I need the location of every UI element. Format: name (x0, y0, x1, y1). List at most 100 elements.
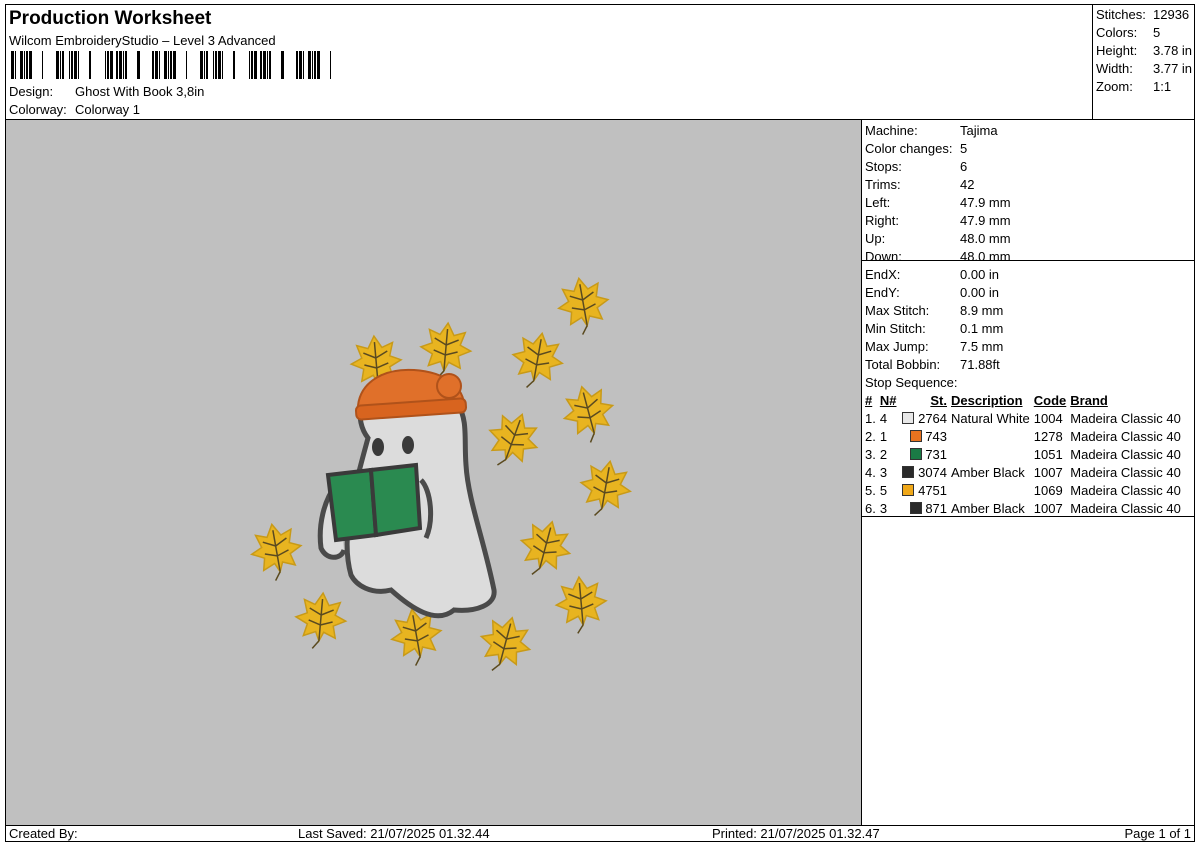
book (325, 462, 423, 543)
machine-info-value: 7.5 mm (960, 339, 1004, 354)
stop-table-body: 1. 4 2764 Natural White 1004 Madeira Classic… (863, 410, 1183, 518)
barcode-bar (317, 51, 320, 79)
barcode-bar (125, 51, 127, 79)
barcode-bar (233, 51, 235, 79)
stop-description (949, 482, 1032, 500)
stop-brand: Madeira Classic 40 (1070, 411, 1181, 426)
machine-info-value: 71.88ft (960, 357, 1000, 372)
ghost-eye-right (402, 436, 414, 454)
maple-leaf (519, 520, 572, 575)
barcode-bar (267, 51, 268, 79)
stop-stitches: 4751 (898, 482, 949, 500)
barcode-bar (60, 51, 61, 79)
barcode-bar (269, 51, 271, 79)
barcode-bar (69, 51, 70, 79)
stop-idx: 1. (865, 411, 876, 426)
col-n: N# (879, 393, 897, 408)
stop-stitch-count: 4751 (918, 483, 948, 498)
machine-info-label: Color changes: (865, 141, 953, 156)
machine-info-value: 0.00 in (960, 267, 1000, 282)
width-label: Width: (1096, 61, 1133, 76)
stop-brand: Madeira Classic 40 (1070, 483, 1181, 498)
barcode-bar (11, 51, 14, 79)
barcode-bar (254, 51, 257, 79)
summary-stitches: Stitches: 12936 (1096, 7, 1189, 22)
worksheet: Production Worksheet Wilcom EmbroiderySt… (5, 4, 1195, 842)
machine-info-value: 5 (960, 141, 968, 156)
machine-info-row: Right: 47.9 mm (865, 212, 1011, 230)
maple-leaf (479, 616, 532, 671)
machine-info-value: 47.9 mm (960, 213, 1011, 228)
stop-code: 1051 (1033, 447, 1063, 462)
page-title: Production Worksheet (9, 8, 212, 29)
barcode-bar (78, 51, 79, 79)
machine-info-label: Left: (865, 195, 891, 210)
machine-info-row: Down: 48.0 mm (865, 248, 1011, 266)
barcode-bar (89, 51, 91, 79)
stop-code: 1007 (1033, 465, 1063, 480)
barcode-bar (314, 51, 316, 79)
summary-height: Height: 3.78 in (1096, 43, 1192, 58)
colorway-field: Colorway: Colorway 1 (9, 102, 140, 117)
machine-info-value: 0.00 in (960, 285, 1000, 300)
maple-leaf (294, 591, 348, 649)
software-name: Wilcom EmbroideryStudio – Level 3 Advanc… (9, 33, 276, 48)
color-swatch (909, 502, 922, 514)
stop-code: 1004 (1033, 411, 1063, 426)
machine-info-label: EndX: (865, 267, 901, 282)
height-label: Height: (1096, 43, 1138, 58)
machine-info-row: Stops: 6 (865, 158, 967, 176)
header: Production Worksheet Wilcom EmbroiderySt… (6, 5, 1092, 119)
stop-idx: 3. (865, 447, 876, 462)
barcode-bar (263, 51, 266, 79)
stop-brand: Madeira Classic 40 (1070, 465, 1181, 480)
barcode-bar (218, 51, 221, 79)
barcode-bar (249, 51, 250, 79)
stop-stitches: 743 (898, 428, 949, 446)
stop-row: 4. 3 3074 Amber Black 1007 Madeira Classic 4… (863, 464, 1183, 482)
stops-divider (862, 516, 1194, 517)
machine-info-row: Max Jump: 7.5 mm (865, 338, 1003, 356)
machine-info-value: 6 (960, 159, 968, 174)
color-swatch (902, 484, 915, 496)
page-number: Page 1 of 1 (1124, 826, 1192, 841)
barcode-bar (116, 51, 118, 79)
machine-info-value: 47.9 mm (960, 195, 1011, 210)
barcode-bar (168, 51, 169, 79)
barcode-bar (137, 51, 140, 79)
machine-info-label: Machine: (865, 123, 918, 138)
barcode-bar (170, 51, 172, 79)
machine-info-value: 8.9 mm (960, 303, 1004, 318)
barcode-bar (281, 51, 284, 79)
barcode (11, 51, 331, 79)
maple-leaf (488, 413, 539, 466)
barcode-bar (119, 51, 122, 79)
stop-description (949, 428, 1032, 446)
col-st: St. (930, 393, 948, 408)
maple-leaf (250, 522, 303, 581)
stop-row: 3. 2 731 1051 Madeira Classic 40 (863, 446, 1183, 464)
stop-stitch-count: 3074 (918, 465, 948, 480)
barcode-bar (155, 51, 158, 79)
machine-info-value: Tajima (960, 123, 998, 138)
machine-info-label: Min Stitch: (865, 321, 926, 336)
last-saved: Last Saved: 21/07/2025 01.32.44 (298, 826, 490, 841)
footer: Created By: Last Saved: 21/07/2025 01.32… (6, 825, 1194, 842)
barcode-bar (260, 51, 262, 79)
stop-stitches: 2764 (898, 410, 949, 428)
barcode-bar (308, 51, 311, 79)
col-desc: Description (951, 393, 1023, 408)
barcode-bar (24, 51, 25, 79)
design-field: Design: Ghost With Book 3,8in (9, 84, 204, 99)
stop-needle: 5 (879, 483, 888, 498)
machine-info-value: 42 (960, 177, 975, 192)
machine-info-label: Max Stitch: (865, 303, 930, 318)
barcode-bar (56, 51, 59, 79)
barcode-bar (105, 51, 106, 79)
machine-info-label: EndY: (865, 285, 900, 300)
barcode-bar (152, 51, 154, 79)
stop-description: Natural White (951, 411, 1030, 426)
stop-code: 1278 (1033, 429, 1063, 444)
stop-brand: Madeira Classic 40 (1070, 447, 1181, 462)
barcode-bar (123, 51, 124, 79)
